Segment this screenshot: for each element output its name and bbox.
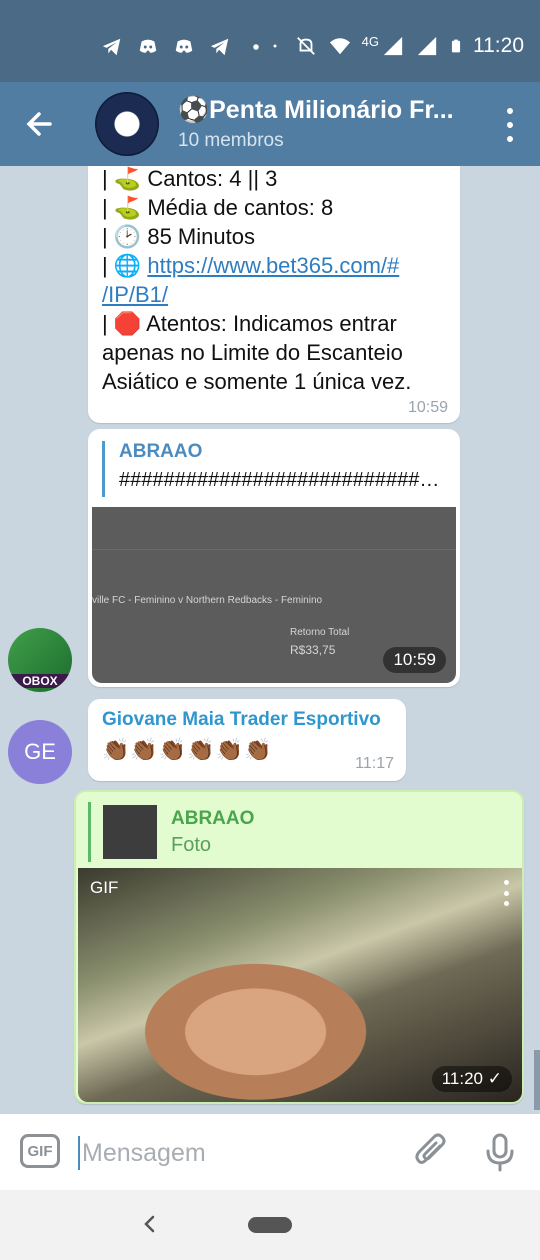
- check-icon: ✓: [487, 1069, 502, 1088]
- link-line: | 🌐 https://www.bet365.com/#: [102, 251, 446, 280]
- scrollbar[interactable]: [534, 1050, 540, 1110]
- gif-media[interactable]: GIF 11:20 ✓: [78, 868, 522, 1102]
- message-time-status: 11:20 ✓: [431, 1066, 512, 1092]
- back-arrow-icon[interactable]: [20, 104, 60, 144]
- dot-icon: [273, 44, 277, 48]
- chat-header: ⚽Penta Milionário Fr... 10 membros: [0, 82, 540, 166]
- link-prefix: | 🌐: [102, 253, 148, 278]
- reply-text: Foto: [171, 833, 212, 856]
- message-bubble[interactable]: | ⛳ Cantos: 4 || 3 | ⛳ Média de cantos: …: [88, 166, 460, 423]
- notification-icons: [100, 36, 268, 58]
- signal-icon: [417, 36, 437, 56]
- microphone-icon[interactable]: [482, 1132, 518, 1172]
- message-composer: GIF: [0, 1114, 540, 1190]
- telegram-icon: [102, 38, 121, 56]
- discord-icon: [175, 39, 193, 53]
- reply-quote[interactable]: ABRAAO Foto: [88, 802, 254, 862]
- chat-title[interactable]: ⚽Penta Milionário Fr...: [178, 96, 454, 125]
- status-bar: 4G 11:20: [0, 0, 540, 82]
- message-line: Asiático e somente 1 única vez.: [102, 369, 412, 394]
- clock: 11:20: [473, 34, 524, 57]
- reply-text: ########################################: [119, 469, 445, 491]
- network-type: 4G: [361, 33, 379, 49]
- bet365-link[interactable]: https://www.bet365.com/#: [147, 253, 399, 278]
- message-bubble[interactable]: Giovane Maia Trader Esportivo 👏🏾👏🏾👏🏾👏🏾👏🏾…: [88, 699, 406, 781]
- gif-options-icon[interactable]: [502, 880, 510, 906]
- avatar-label: OBOX: [8, 674, 72, 688]
- telegram-icon: [210, 38, 229, 56]
- battery-icon: [451, 39, 461, 53]
- message-line: | ⛳ Cantos: 4 || 3: [102, 166, 278, 191]
- message-input[interactable]: [78, 1136, 398, 1170]
- reply-quote[interactable]: ABRAAO #################################…: [102, 441, 445, 497]
- nav-back-icon[interactable]: [140, 1212, 160, 1236]
- message-line: | 🛑 Atentos: Indicamos entrar: [102, 311, 397, 336]
- message-line: | ⛳ Média de cantos: 8: [102, 195, 334, 220]
- message-time: 11:17: [355, 755, 394, 772]
- message-time: 10:59: [383, 647, 446, 673]
- wifi-icon: [329, 38, 350, 55]
- dot-icon: [253, 44, 259, 50]
- attach-icon[interactable]: [412, 1132, 452, 1172]
- message-line: | 🕑 85 Minutos: [102, 224, 255, 249]
- system-icons: 4G 11:20: [272, 34, 524, 58]
- message-time: 10:59: [407, 399, 448, 416]
- gif-tag: GIF: [90, 878, 119, 897]
- message-line: apenas no Limite do Escanteio: [102, 340, 403, 365]
- reply-sender: ABRAAO: [171, 807, 255, 829]
- nav-home-pill[interactable]: [248, 1217, 292, 1233]
- reply-sender: ABRAAO: [119, 441, 203, 462]
- outgoing-message-bubble[interactable]: ABRAAO Foto GIF 11:20 ✓: [74, 790, 524, 1104]
- group-avatar[interactable]: [95, 92, 159, 156]
- member-count: 10 membros: [178, 130, 284, 151]
- sender-name[interactable]: Giovane Maia Trader Esportivo: [102, 709, 392, 731]
- reply-thumbnail: [103, 805, 157, 859]
- sender-avatar[interactable]: OBOX: [8, 628, 72, 692]
- message-bubble[interactable]: ABRAAO #################################…: [88, 429, 460, 687]
- gif-button[interactable]: GIF: [20, 1134, 60, 1168]
- mute-icon: [296, 37, 315, 55]
- image-value: R$33,75: [290, 643, 336, 657]
- message-list[interactable]: | ⛳ Cantos: 4 || 3 | ⛳ Média de cantos: …: [0, 166, 540, 1114]
- image-label: Retorno Total: [290, 627, 350, 638]
- bet365-link-continued[interactable]: /IP/B1/: [102, 282, 168, 307]
- sender-avatar[interactable]: GE: [8, 720, 72, 784]
- message-time: 11:20: [441, 1069, 484, 1088]
- screenshot-image[interactable]: ville FC - Feminino v Northern Redbacks …: [92, 507, 456, 683]
- message-text: 👏🏾👏🏾👏🏾👏🏾👏🏾👏🏾: [102, 737, 273, 762]
- image-caption: ville FC - Feminino v Northern Redbacks …: [92, 595, 323, 606]
- signal-icon: [383, 36, 403, 56]
- discord-icon: [139, 39, 157, 53]
- system-nav-bar: [0, 1190, 540, 1260]
- more-options-icon[interactable]: [504, 108, 516, 142]
